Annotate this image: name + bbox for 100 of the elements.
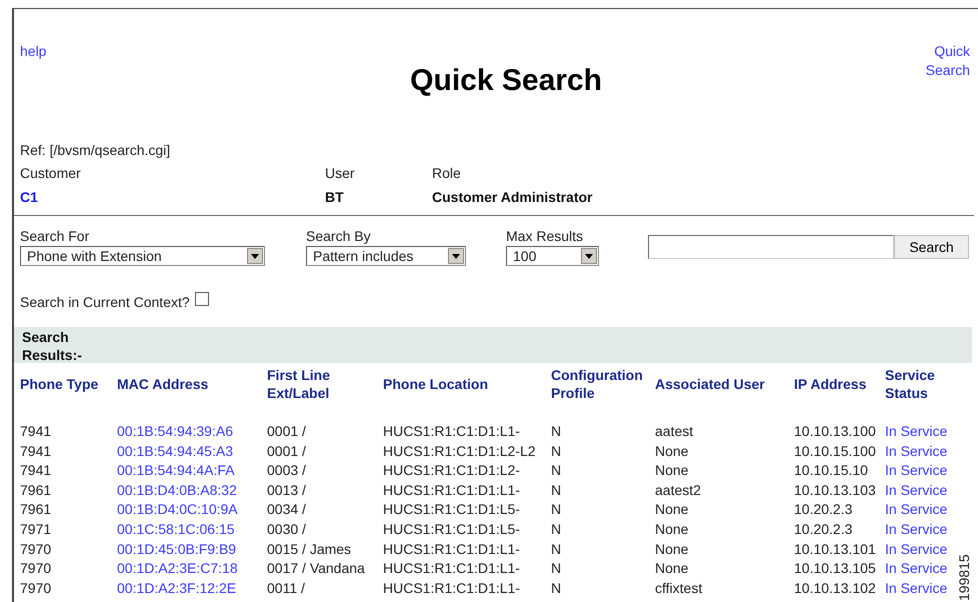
table-cell: 0034 /	[267, 501, 306, 518]
table-cell: HUCS1:R1:C1:D1:L2-	[383, 462, 520, 478]
table-cell: None	[655, 501, 688, 518]
table-cell: 0001 /	[267, 442, 306, 459]
table-cell: N	[551, 560, 562, 576]
table-cell: N	[551, 501, 562, 518]
filter-label: Search For	[20, 228, 90, 244]
page-title: Quick Search	[409, 64, 602, 98]
table-cell: 7941	[20, 442, 52, 459]
table-cell: None	[655, 540, 688, 557]
table-cell: N	[551, 520, 562, 537]
table-cell: HUCS1:R1:C1:D1:L1-	[383, 482, 520, 498]
table-cell: cffixtest	[655, 580, 702, 596]
table-link[interactable]: 00:1B:54:94:45:A3	[117, 442, 233, 459]
column-header: First Line Ext/Label	[267, 367, 330, 401]
table-link[interactable]: 00:1D:A2:3F:12:2E	[117, 580, 236, 596]
table-cell: 0003 /	[267, 462, 306, 478]
context-label: Role	[432, 164, 462, 183]
table-link[interactable]: In Service	[885, 442, 948, 459]
table-cell: 0011 /	[267, 580, 305, 596]
column-header: MAC Address	[117, 376, 208, 392]
table-link[interactable]: In Service	[885, 520, 948, 537]
table-link[interactable]: In Service	[885, 462, 948, 478]
table-link[interactable]: In Service	[885, 540, 948, 557]
table-cell: HUCS1:R1:C1:D1:L5-	[383, 501, 520, 518]
table-cell: 0015 / James	[267, 540, 352, 557]
table-cell: 7961	[20, 501, 52, 518]
table-cell: aatest2	[655, 482, 701, 498]
results-heading: Search Results:-	[22, 329, 82, 363]
context-value: BT	[325, 188, 345, 207]
column-header: Associated User	[655, 376, 765, 392]
table-cell: 7970	[20, 540, 52, 557]
table-link[interactable]: In Service	[885, 580, 948, 596]
table-cell: 0001 /	[267, 423, 306, 439]
table-cell: HUCS1:R1:C1:D1:L1-	[383, 423, 520, 439]
filter-label: Max Results	[506, 228, 584, 244]
dropdown[interactable]: 100	[506, 246, 599, 266]
table-cell: None	[655, 560, 688, 576]
table-cell: 10.10.13.103	[794, 482, 876, 498]
table-link[interactable]: In Service	[885, 482, 948, 498]
table-cell: 7971	[20, 520, 52, 537]
table-link[interactable]: 00:1B:54:94:39:A6	[117, 423, 233, 439]
table-cell: 7941	[20, 462, 52, 478]
table-link[interactable]: In Service	[885, 560, 948, 576]
table-cell: HUCS1:R1:C1:D1:L2-L2	[383, 442, 536, 459]
table-cell: N	[551, 482, 562, 498]
checkbox[interactable]	[194, 292, 209, 306]
table-link[interactable]: 00:1D:45:0B:F9:B9	[117, 540, 236, 557]
table-cell: 10.10.13.102	[794, 580, 876, 596]
context-checkbox-label: Search in Current Context?	[20, 294, 190, 310]
table-cell: HUCS1:R1:C1:D1:L1-	[383, 580, 520, 596]
table-link[interactable]: 00:1C:58:1C:06:15	[117, 520, 235, 537]
context-value-link[interactable]: C1	[20, 188, 325, 207]
table-link[interactable]: 00:1D:A2:3E:C7:18	[117, 560, 238, 576]
table-cell: 7970	[20, 580, 52, 596]
table-cell: None	[655, 462, 688, 478]
table-cell: 10.10.15.10	[794, 462, 868, 478]
table-cell: aatest	[655, 423, 694, 439]
quick-search-link[interactable]: Quick Search	[926, 42, 970, 80]
table-cell: HUCS1:R1:C1:D1:L1-	[383, 540, 520, 557]
column-header: Service Status	[885, 367, 935, 401]
help-link[interactable]: help	[20, 43, 46, 59]
table-cell: N	[551, 580, 562, 596]
ref-text: Ref: [/bvsm/qsearch.cgi]	[20, 141, 172, 160]
table-cell: None	[655, 520, 688, 537]
table-link[interactable]: In Service	[885, 501, 948, 518]
column-header: Configuration Profile	[551, 367, 643, 401]
table-cell: 10.10.13.105	[794, 560, 876, 576]
table-cell: 0017 / Vandana	[267, 560, 365, 576]
column-header: Phone Location	[383, 376, 488, 392]
column-header: IP Address	[794, 376, 866, 392]
search-button[interactable]: Search	[894, 235, 969, 259]
table-cell: 0030 /	[267, 520, 306, 537]
table-cell: 0013 /	[267, 482, 306, 498]
table-cell: 10.20.2.3	[794, 520, 852, 537]
table-cell: 10.10.13.101	[794, 540, 876, 557]
table-cell: HUCS1:R1:C1:D1:L1-	[383, 560, 520, 576]
table-cell: 7970	[20, 560, 52, 576]
figure-number: 199815	[956, 554, 972, 601]
table-cell: 7941	[20, 423, 52, 439]
table-cell: None	[655, 442, 688, 459]
table-cell: N	[551, 442, 562, 459]
context-label: User	[325, 164, 356, 183]
filter-label: Search By	[306, 228, 372, 244]
table-cell: 10.20.2.3	[794, 501, 852, 518]
table-link[interactable]: In Service	[885, 423, 948, 439]
table-cell: 10.10.15.100	[794, 442, 876, 459]
table-cell: N	[551, 423, 562, 439]
dropdown[interactable]: Pattern includes	[306, 246, 466, 266]
table-link[interactable]: 00:1B:D4:0C:10:9A	[117, 501, 238, 518]
table-link[interactable]: 00:1B:54:94:4A:FA	[117, 462, 235, 478]
table-cell: N	[551, 462, 562, 478]
column-header: Phone Type	[20, 376, 98, 392]
dropdown[interactable]: Phone with Extension	[20, 246, 265, 266]
search-field[interactable]	[648, 235, 894, 259]
context-label: Customer	[20, 164, 82, 183]
table-link[interactable]: 00:1B:D4:0B:A8:32	[117, 482, 237, 498]
table-cell: N	[551, 540, 562, 557]
table-cell: 7961	[20, 482, 52, 498]
table-cell: HUCS1:R1:C1:D1:L5-	[383, 520, 520, 537]
